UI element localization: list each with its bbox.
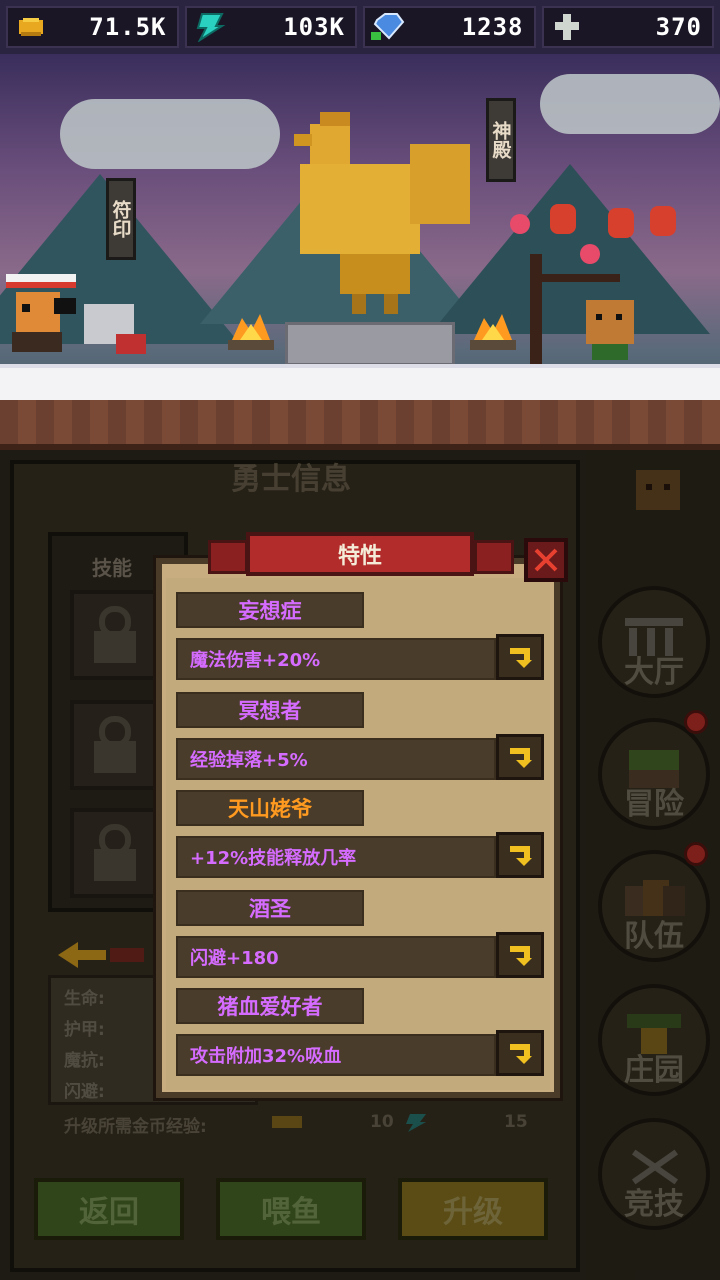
trait-effect: 攻击附加32%吸血: [176, 1034, 496, 1076]
trait-reroll-button[interactable]: [496, 932, 544, 978]
resource-gem: 1238: [363, 6, 536, 48]
trait-effect: 闪避+180: [176, 936, 496, 978]
trait-effect: 经验掉落+5%: [176, 738, 496, 780]
energy-crystal-icon: [193, 12, 227, 42]
close-icon: [534, 548, 558, 572]
temple-scene: 符印 神殿: [0, 54, 720, 450]
gem-value: 1238: [461, 13, 524, 41]
resource-cross: 370: [541, 6, 714, 48]
reroll-icon: [510, 648, 532, 668]
gold-value: 71.5K: [89, 13, 167, 41]
trait-reroll-button[interactable]: [496, 634, 544, 680]
ribbon-tail-left: [208, 540, 248, 574]
fire-brazier: [228, 314, 274, 350]
trait-name: 酒圣: [176, 890, 364, 926]
golden-rooster-statue: [294, 112, 470, 314]
trait-name: 冥想者: [176, 692, 364, 728]
trait-reroll-button[interactable]: [496, 734, 544, 780]
sign-right: 神殿: [486, 98, 516, 182]
reroll-icon: [510, 846, 532, 866]
trait-effect: 魔法伤害+20%: [176, 638, 496, 680]
game-screen: 71.5K 103K 1238 370 符印 神殿 勇士信息 技能 生命: 护甲…: [0, 0, 720, 1280]
trait-name: 猪血爱好者: [176, 988, 364, 1024]
ribbon-tail-right: [474, 540, 514, 574]
fish-companion: [84, 304, 146, 354]
npc-villager[interactable]: [580, 294, 640, 364]
resource-gold: 71.5K: [6, 6, 179, 48]
close-button[interactable]: [524, 538, 568, 582]
energy-value: 103K: [283, 13, 345, 41]
trait-reroll-button[interactable]: [496, 1030, 544, 1076]
trait-effect: +12%技能释放几率: [176, 836, 496, 878]
sign-left: 符印: [106, 178, 136, 260]
cloud: [540, 74, 720, 134]
statue-pedestal: [285, 322, 455, 366]
dirt-ground: [0, 400, 720, 450]
reroll-icon: [510, 1044, 532, 1064]
trait-name: 妄想症: [176, 592, 364, 628]
blue-gem-icon: [371, 12, 405, 42]
reroll-icon: [510, 946, 532, 966]
snow-ground: [0, 364, 720, 400]
trait-reroll-button[interactable]: [496, 832, 544, 878]
traits-dialog-title: 特性: [246, 532, 474, 576]
reroll-icon: [510, 748, 532, 768]
trait-name: 天山姥爷: [176, 790, 364, 826]
gold-nugget-icon: [14, 12, 48, 42]
resource-bar: 71.5K 103K 1238 370: [0, 0, 720, 54]
resource-energy: 103K: [184, 6, 357, 48]
cross-value: 370: [655, 13, 702, 41]
cross-token-icon: [550, 12, 584, 42]
